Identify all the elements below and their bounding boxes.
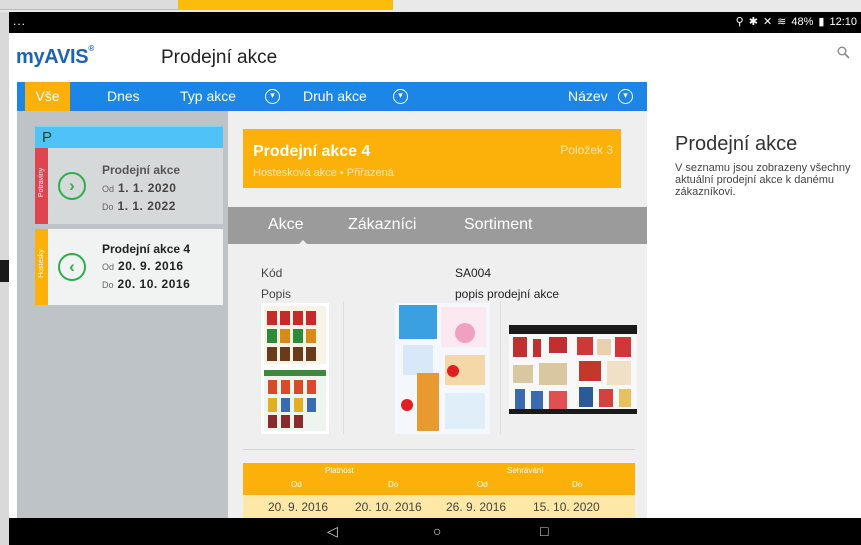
storage-from-label: Od: [477, 480, 488, 489]
leaflet-thumbnail[interactable]: [395, 303, 490, 434]
bluetooth-icon: ✱: [748, 16, 758, 28]
detail-title: Prodejní akce 4: [253, 143, 371, 160]
list-item[interactable]: Potraviny › Prodejní akce Od 1. 1. 2020 D…: [35, 148, 223, 224]
active-tab-indicator: [295, 240, 311, 248]
background-left-strip: [0, 12, 9, 545]
list-section-header: P: [35, 126, 223, 148]
filter-bar: Vše Dnes Typ akce ▾ Druh akce ▾ Název ▾: [17, 82, 647, 111]
leaflet-thumbnail[interactable]: [509, 325, 573, 414]
list-item-to: 20. 10. 2016: [117, 277, 191, 291]
recents-icon[interactable]: □: [540, 523, 548, 539]
validity-header: Platnost: [325, 466, 354, 475]
description-label: Popis: [261, 287, 292, 301]
list-item[interactable]: Hostesky ‹ Prodejní akce 4 Od 20. 9. 2016…: [35, 229, 223, 305]
category-tag: Hostesky: [35, 229, 48, 305]
mute-icon: ✕: [762, 16, 773, 28]
filter-kind[interactable]: Druh akce: [303, 82, 367, 111]
filter-today[interactable]: Dnes: [107, 82, 140, 111]
app-logo[interactable]: myAVIS®: [16, 44, 94, 69]
chevron-down-icon[interactable]: ▾: [393, 82, 408, 111]
info-title: Prodejní akce: [675, 133, 798, 155]
category-tag: Potraviny: [35, 148, 48, 224]
storage-header: Sehrávání: [507, 466, 544, 475]
validity-to-value: 20. 10. 2016: [355, 500, 422, 514]
screen: ... ⚲ ✱ ✕ ≋ 48% ▮ 12:10 myAVIS® Prodejní…: [0, 0, 861, 545]
list-item-from: 1. 1. 2020: [118, 181, 177, 195]
location-icon: ⚲: [735, 16, 744, 28]
tab-zakaznici[interactable]: Zákazníci: [348, 216, 416, 234]
background-toolbar: [0, 0, 178, 10]
list-item-from: 20. 9. 2016: [118, 259, 184, 273]
info-panel: Prodejní akce V seznamu jsou zobrazeny v…: [675, 133, 861, 198]
promotion-list: P Potraviny › Prodejní akce Od 1. 1. 2020…: [17, 111, 228, 518]
home-icon[interactable]: ○: [433, 523, 441, 539]
list-item-name: Prodejní akce: [102, 163, 181, 177]
code-value: SA004: [455, 266, 492, 280]
filter-all[interactable]: Vše: [25, 82, 70, 111]
chevron-left-icon[interactable]: ‹: [58, 253, 86, 281]
detail-tabs: Akce Zákazníci Sortiment: [228, 207, 647, 244]
validity-from-label: Od: [291, 480, 302, 489]
background-banner: [178, 0, 393, 10]
detail-subtitle: Hostesková akce • Přiřazená: [253, 167, 394, 179]
list-item-to: 1. 1. 2022: [117, 199, 176, 213]
page-title: Prodejní akce: [161, 47, 278, 68]
app-window: myAVIS® Prodejní akce Vše Dnes Typ akce …: [9, 33, 861, 518]
chevron-down-icon[interactable]: ▾: [265, 82, 280, 111]
description-value: popis prodejní akce: [455, 287, 560, 301]
detail-header: Prodejní akce 4 Hostesková akce • Přiřaz…: [243, 129, 621, 188]
background-window: [0, 0, 861, 12]
status-bar: ... ⚲ ✱ ✕ ≋ 48% ▮ 12:10: [9, 12, 861, 33]
dates-table: Platnost Sehrávání Od Do Od Do 20. 9. 20…: [243, 463, 635, 518]
list-item-name: Prodejní akce 4: [102, 242, 191, 256]
info-text: V seznamu jsou zobrazeny všechny aktuáln…: [675, 162, 851, 198]
leaflet-thumbnail[interactable]: [261, 303, 329, 434]
storage-to-value: 15. 10. 2020: [533, 500, 600, 514]
detail-pane: Prodejní akce 4 Hostesková akce • Přiřaz…: [228, 111, 647, 518]
leaflet-thumbnail[interactable]: [573, 325, 637, 414]
tab-akce[interactable]: Akce: [268, 216, 304, 234]
status-dots: ...: [13, 14, 27, 28]
app-bar: myAVIS® Prodejní akce: [9, 33, 861, 81]
tab-sortiment[interactable]: Sortiment: [464, 216, 532, 234]
storage-to-label: Do: [572, 480, 583, 489]
clock: 12:10: [829, 15, 857, 28]
battery-level: 48%: [791, 15, 814, 28]
code-label: Kód: [261, 266, 283, 280]
item-count: Položek 3: [560, 143, 613, 157]
validity-from-value: 20. 9. 2016: [268, 500, 329, 514]
chevron-down-icon[interactable]: ▾: [618, 82, 633, 111]
chevron-right-icon[interactable]: ›: [58, 172, 86, 200]
storage-from-value: 26. 9. 2016: [446, 500, 507, 514]
wifi-icon: ≋: [777, 16, 787, 28]
navigation-bar: ◁ ○ □: [9, 518, 861, 545]
filter-type[interactable]: Typ akce: [180, 82, 236, 111]
back-icon[interactable]: ◁: [327, 523, 338, 540]
battery-icon: ▮: [818, 16, 825, 28]
sort-name[interactable]: Název: [568, 82, 608, 111]
validity-to-label: Do: [388, 480, 399, 489]
search-icon[interactable]: [837, 46, 853, 62]
